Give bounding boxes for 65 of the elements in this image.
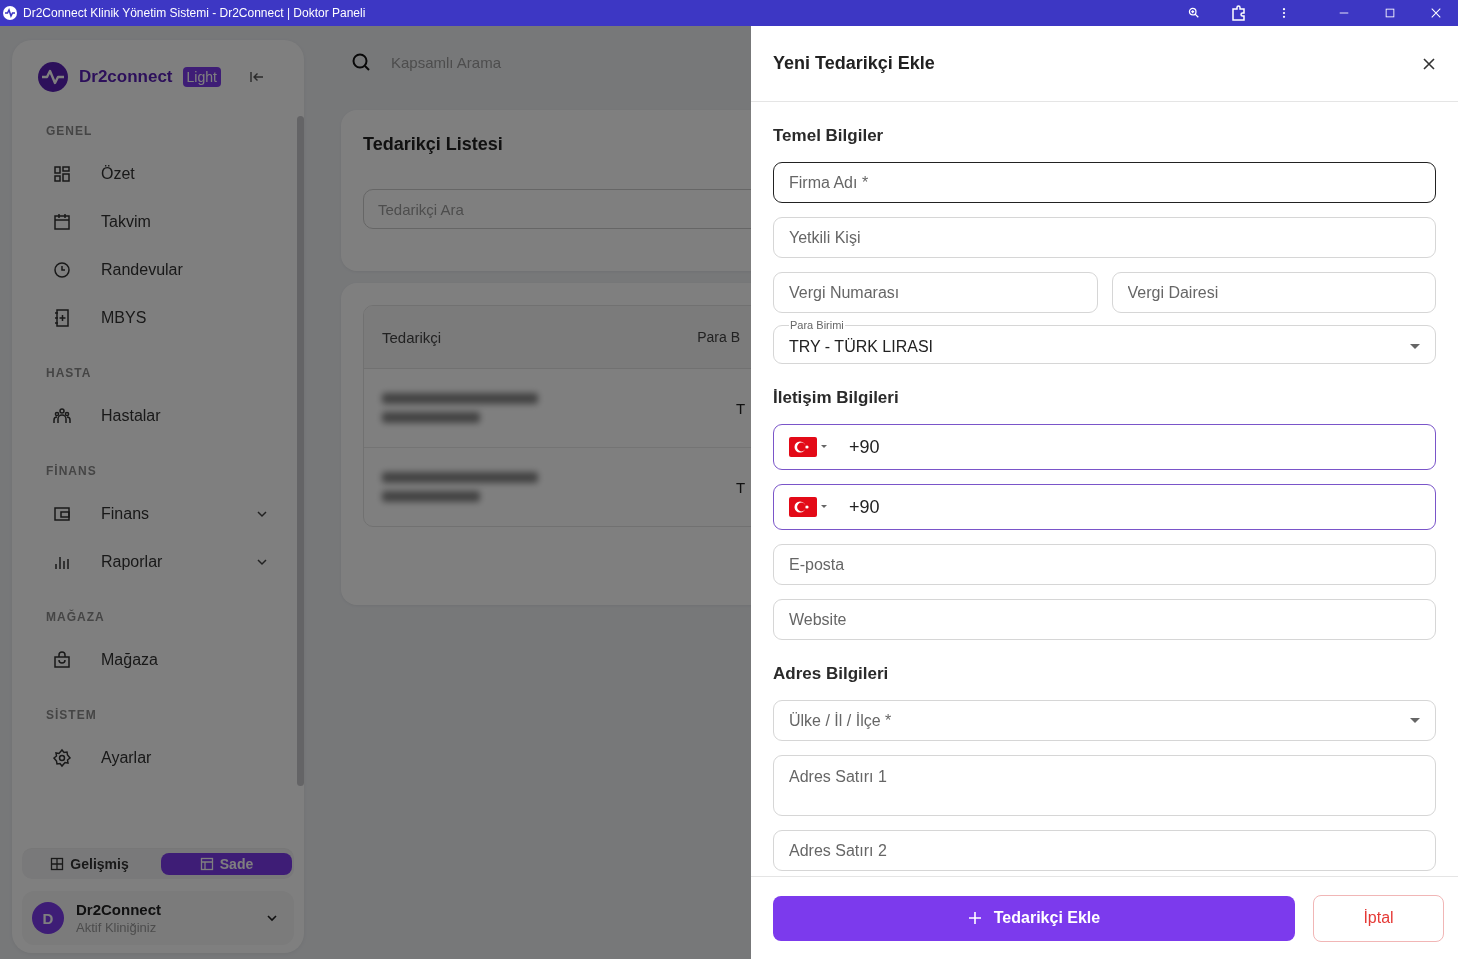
clock-icon xyxy=(52,260,72,280)
section-title: İletişim Bilgileri xyxy=(773,388,900,408)
section-title: FİNANS xyxy=(46,464,98,478)
column-header: Tedarikçi xyxy=(382,328,442,346)
chevron-down-icon xyxy=(256,508,268,520)
flag-icon[interactable] xyxy=(789,495,829,519)
brand-name: Dr2connect xyxy=(79,67,173,87)
nav-item[interactable]: Finans xyxy=(46,490,272,538)
caret-icon xyxy=(1410,344,1420,350)
nav-item[interactable]: Hastalar xyxy=(46,392,272,440)
phone-field[interactable]: +90 xyxy=(773,424,1436,470)
currency-select[interactable]: Para Birimi TRY - TÜRK LIRASI xyxy=(773,319,1436,364)
layout-icon xyxy=(199,857,214,871)
location-select[interactable]: Ülke / İl / İlçe * xyxy=(773,700,1436,741)
gear-icon xyxy=(52,748,72,768)
nav-item[interactable]: Randevular xyxy=(46,246,272,294)
extension-icon[interactable] xyxy=(1230,4,1248,22)
text-area[interactable]: Adres Satırı 1 xyxy=(773,755,1436,816)
column-header: Para B xyxy=(697,329,740,345)
close-icon[interactable] xyxy=(1422,56,1436,71)
chevron-down-icon xyxy=(266,912,278,924)
nav-item[interactable]: Ayarlar xyxy=(46,734,272,782)
chevron-down-icon xyxy=(256,556,268,568)
section-title: MAĞAZA xyxy=(46,610,106,624)
plus-icon xyxy=(967,911,982,925)
section-title: SİSTEM xyxy=(46,708,98,722)
section-title: GENEL xyxy=(46,124,94,138)
theme-badge: Light xyxy=(182,67,221,87)
section-title: Temel Bilgiler xyxy=(773,126,885,146)
nav-item[interactable]: Takvim xyxy=(46,198,272,246)
table-cell: T xyxy=(736,399,746,417)
zoom-icon[interactable] xyxy=(1188,7,1200,19)
dashboard-icon xyxy=(52,164,72,184)
view-toggle-option[interactable]: Gelişmiş xyxy=(24,853,155,875)
cancel-button[interactable]: İptal xyxy=(1313,894,1444,942)
app-logo-icon xyxy=(3,6,17,20)
nav-item[interactable]: Mağaza xyxy=(46,636,272,684)
people-icon xyxy=(52,406,72,426)
card-title: Tedarikçi Listesi xyxy=(363,134,504,155)
bag-icon xyxy=(52,650,72,670)
nav-item[interactable]: MBYS xyxy=(46,294,272,342)
caret-icon xyxy=(1410,717,1420,724)
section-title: HASTA xyxy=(46,366,93,380)
input-field[interactable]: Firma Adı * xyxy=(773,162,1436,203)
maximize-icon[interactable] xyxy=(1384,7,1396,19)
avatar: D xyxy=(32,902,64,934)
drawer-title: Yeni Tedarikçi Ekle xyxy=(773,53,935,74)
flag-icon[interactable] xyxy=(789,435,829,459)
phone-field[interactable]: +90 xyxy=(773,484,1436,530)
calendar-icon xyxy=(52,212,72,232)
grid-icon xyxy=(50,857,65,871)
clinic-name: Dr2Connect xyxy=(76,901,162,918)
window-title: Dr2Connect Klinik Yönetim Sistemi - Dr2Connect | Doktor Paneli xyxy=(23,6,366,20)
notebook-icon xyxy=(52,308,72,328)
nav-item[interactable]: Özet xyxy=(46,150,272,198)
collapse-icon[interactable] xyxy=(248,69,265,85)
logo-icon xyxy=(38,62,68,92)
scrollbar[interactable] xyxy=(297,116,304,786)
view-toggle-option[interactable]: Sade xyxy=(161,853,292,875)
search-icon xyxy=(351,52,371,72)
wallet-icon xyxy=(52,504,72,524)
add-supplier-button[interactable]: Tedarikçi Ekle xyxy=(773,895,1295,941)
nav-item[interactable]: Raporlar xyxy=(46,538,272,586)
section-title: Adres Bilgileri xyxy=(773,664,890,684)
table-cell: T xyxy=(736,478,746,496)
